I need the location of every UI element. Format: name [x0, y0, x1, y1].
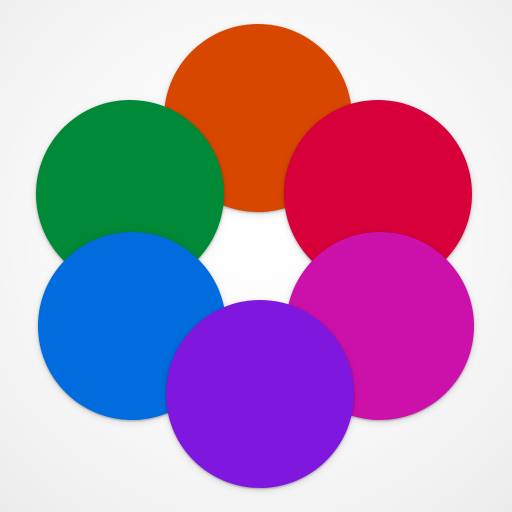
center-hole: [222, 222, 290, 290]
canvas: [0, 0, 512, 512]
six-circle-logo-icon: [0, 0, 512, 512]
purple-circle-icon: [166, 300, 354, 488]
